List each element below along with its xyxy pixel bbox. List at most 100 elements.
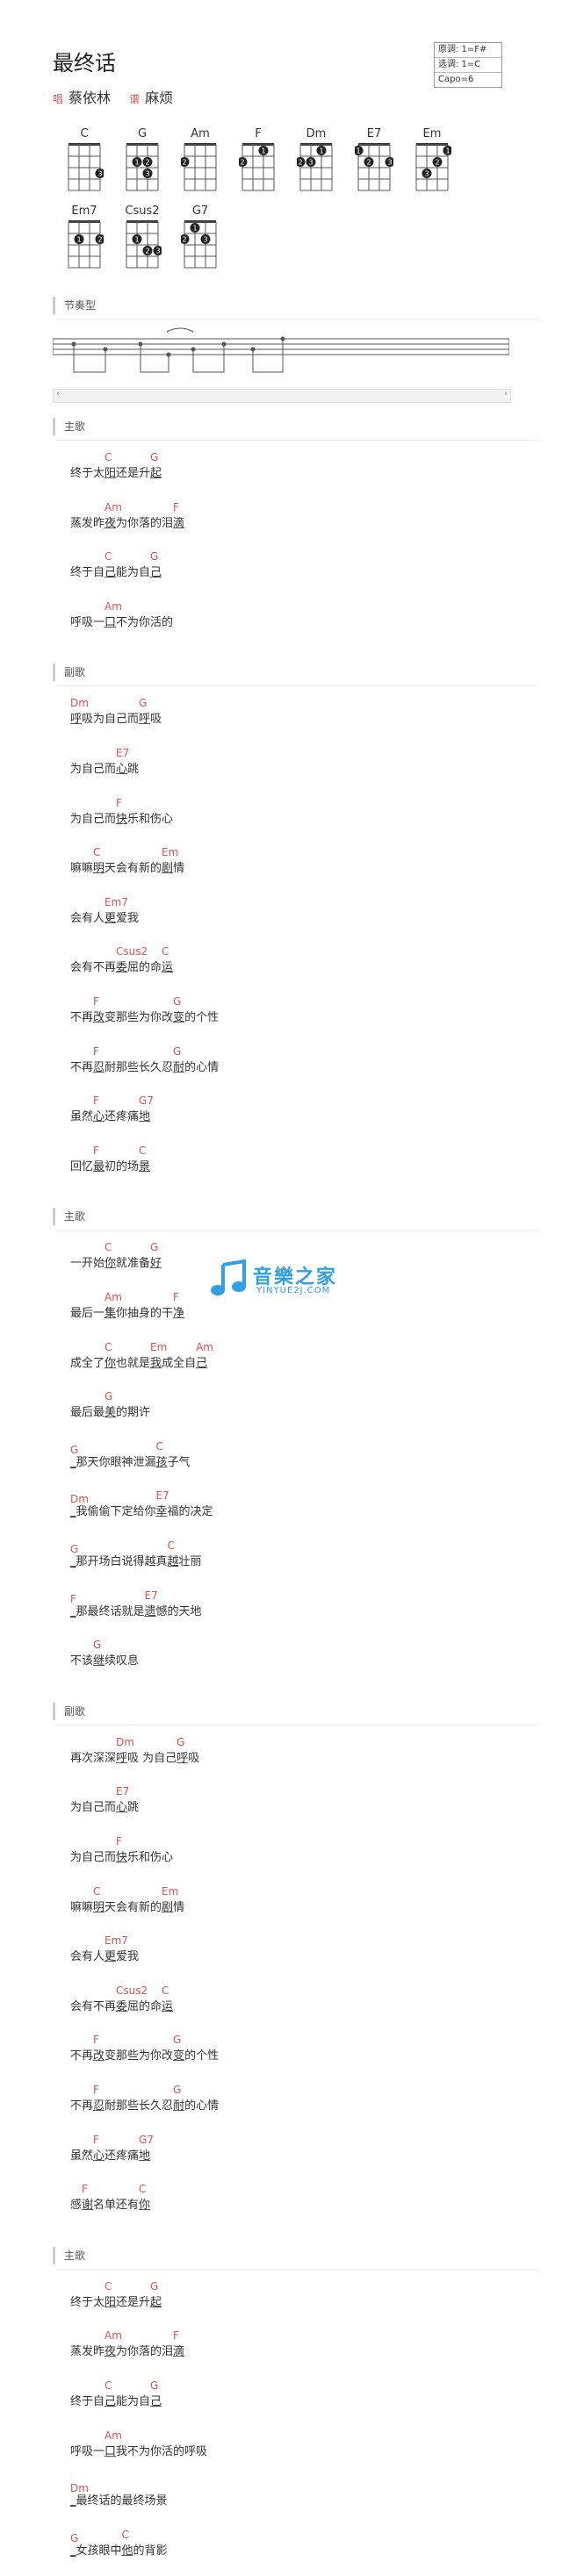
chord-label[interactable]: F	[93, 2134, 99, 2146]
chord-label[interactable]: G	[173, 995, 181, 1008]
chord-label[interactable]: Em	[162, 1885, 178, 1898]
chord-label[interactable]: Csus2	[116, 1984, 148, 1997]
arranger[interactable]: 麻烦	[145, 90, 173, 106]
chord-label[interactable]: G	[173, 1045, 181, 1058]
chord-label[interactable]: F	[116, 797, 122, 809]
scroll-right-icon[interactable]: ›	[504, 389, 508, 398]
svg-text:3: 3	[145, 170, 149, 178]
chord-label[interactable]: Am	[104, 2429, 122, 2442]
lyric-segment: 续叹息	[104, 1651, 139, 1668]
chord-label[interactable]: G	[150, 2280, 158, 2293]
chord-label[interactable]: G	[93, 1639, 101, 1651]
chord-label[interactable]: E7	[116, 1785, 129, 1797]
chord-label[interactable]: Em7	[104, 1934, 128, 1947]
chord-label[interactable]: Em	[150, 1341, 167, 1353]
chord-label[interactable]: G	[150, 451, 158, 463]
chord-g[interactable]: G 12 3	[116, 127, 169, 194]
chord-g7[interactable]: G7 1 2 3	[174, 205, 227, 271]
chord-label[interactable]: Em	[162, 846, 178, 858]
chord-label[interactable]: C	[168, 1539, 175, 1552]
chord-label[interactable]: C	[156, 1440, 163, 1453]
lyric-text: 耐那些长久忍	[104, 2099, 174, 2113]
chord-label[interactable]: C	[104, 451, 112, 463]
chord-label[interactable]: Am	[104, 600, 122, 613]
chord-label[interactable]: F	[93, 2034, 99, 2046]
chord-label[interactable]: Am	[104, 501, 122, 513]
lyric-text: 能为自	[116, 2395, 151, 2408]
lyric-segment: 不再	[70, 1058, 93, 1074]
lyric-text: 情	[173, 862, 185, 876]
chord-label[interactable]: C	[93, 1885, 100, 1898]
chord-em[interactable]: Em 3 2 1	[406, 127, 458, 194]
chord-label[interactable]: E7	[156, 1489, 169, 1502]
chord-label[interactable]: C	[104, 1341, 112, 1353]
lyric-segment: 屈的命	[127, 958, 162, 974]
rhythm-scrollbar[interactable]: ‹ ›	[53, 389, 511, 403]
chord-label[interactable]: G7	[139, 1094, 154, 1107]
finger-dot: 2	[297, 157, 306, 167]
chord-label[interactable]: F	[93, 2084, 99, 2096]
chord-dm[interactable]: Dm 2 3 1	[290, 127, 342, 194]
chord-label[interactable]: C	[162, 945, 169, 958]
chord-label[interactable]: F	[173, 2329, 179, 2342]
chord-label[interactable]: Dm	[70, 697, 89, 709]
chord-label[interactable]: G	[139, 697, 147, 709]
lyric-text: 更	[104, 911, 117, 925]
chord-label[interactable]: C	[139, 2183, 146, 2195]
chord-label[interactable]: C	[104, 2280, 112, 2293]
chord-label[interactable]: C	[139, 1144, 146, 1157]
chord-am[interactable]: Am 2	[174, 127, 227, 194]
chord-label[interactable]: F	[173, 1291, 179, 1303]
chord-label[interactable]: Am	[196, 1341, 213, 1353]
scroll-left-icon[interactable]: ‹	[56, 389, 60, 398]
chord-name: G	[137, 127, 148, 140]
chord-label[interactable]: Dm	[116, 1736, 134, 1748]
chord-segment: Am 夜	[104, 2329, 122, 2358]
chord-em7[interactable]: Em7 1 2	[58, 205, 111, 271]
chord-label[interactable]: Em7	[104, 896, 128, 908]
chord-c[interactable]: C3	[58, 127, 111, 194]
finger-dot: 3	[95, 169, 104, 178]
chord-label[interactable]: F	[93, 1045, 99, 1058]
lyric-text: 好	[150, 1257, 162, 1271]
chord-f[interactable]: F21	[232, 127, 285, 194]
finger-dot: 2	[181, 157, 190, 167]
chord-label[interactable]: G	[104, 1390, 112, 1403]
chord-label[interactable]: C	[104, 550, 112, 563]
lyric-text: 继	[93, 1654, 105, 1668]
lyric-text: 的心情	[184, 1060, 220, 1074]
chord-label[interactable]: F	[93, 995, 99, 1008]
chord-label[interactable]: G	[150, 1241, 158, 1253]
lyric-segment: 那天你眼神泄漏	[76, 1453, 156, 1469]
chord-label[interactable]: F	[116, 1835, 122, 1848]
chord-label[interactable]: C	[162, 1984, 169, 1997]
chord-e7[interactable]: E7 1 2 3	[348, 127, 400, 194]
chord-label[interactable]: F	[173, 501, 179, 513]
chord-label[interactable]: E7	[145, 1589, 158, 1602]
chord-label[interactable]: C	[104, 1241, 112, 1253]
chord-label[interactable]: G	[177, 1736, 184, 1748]
chord-label[interactable]: F	[93, 1094, 99, 1107]
chord-label[interactable]: G7	[139, 2134, 154, 2146]
singer[interactable]: 蔡依林	[68, 90, 111, 106]
chord-label[interactable]: C	[104, 2379, 112, 2392]
chord-label[interactable]: F	[82, 2183, 88, 2195]
chord-label[interactable]: C	[122, 2529, 129, 2541]
chord-label[interactable]: G	[173, 2034, 181, 2046]
chord-label[interactable]: Am	[104, 2329, 122, 2342]
chord-label[interactable]: F	[93, 1144, 99, 1157]
lyric-text: 耐那些长久忍	[104, 1060, 174, 1074]
chord-label[interactable]: Csus2	[116, 945, 148, 958]
chord-segment: G变	[173, 995, 184, 1024]
chord-label[interactable]: Am	[104, 1291, 122, 1303]
chord-label[interactable]: E7	[116, 747, 129, 759]
lyric-segment: 你抽身的干	[116, 1303, 173, 1320]
chord-label[interactable]: C	[93, 846, 100, 858]
chord-label[interactable]: G	[150, 2379, 158, 2392]
chord-label[interactable]: G	[150, 550, 158, 563]
chord-segment: F滴	[173, 2329, 184, 2358]
lyric-segment: 最后最	[70, 1403, 104, 1419]
chord-csus2[interactable]: Csus2 1 2 3	[116, 205, 169, 271]
chord-label[interactable]: G	[173, 2084, 181, 2096]
lyric-line: 虽然 F 心还疼痛 G7 地	[70, 2134, 154, 2181]
